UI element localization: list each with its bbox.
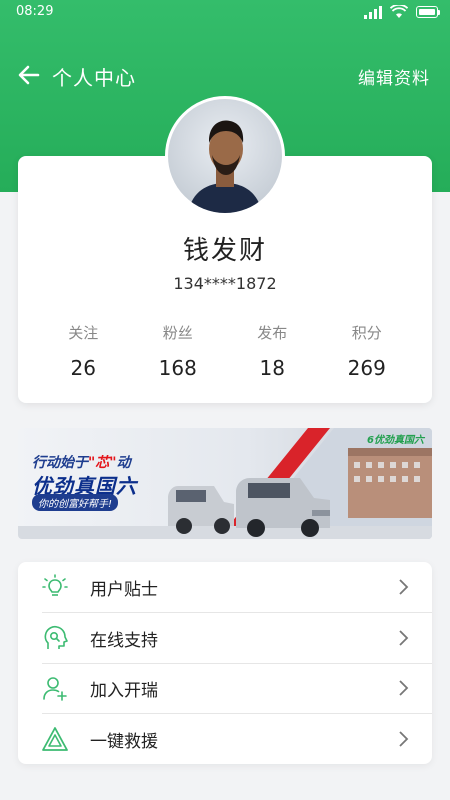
add-user-icon (43, 677, 67, 701)
status-time: 08:29 (16, 4, 54, 19)
chevron-right-icon (399, 630, 409, 646)
page-title: 个人中心 (52, 66, 136, 90)
lightbulb-icon (42, 574, 68, 596)
stat-label: 粉丝 (162, 324, 193, 342)
user-phone: 134****1872 (173, 274, 277, 293)
stat-followers[interactable]: 粉丝 168 (131, 322, 226, 380)
stat-following[interactable]: 关注 26 (36, 322, 131, 380)
menu-item-roadside-rescue[interactable]: 一键救援 (18, 714, 432, 764)
wifi-icon (390, 5, 408, 18)
banner-logo: 6优劲真国六 (367, 435, 424, 446)
nav-bar: 个人中心 编辑资料 (0, 52, 450, 96)
menu-item-label: 用户贴士 (90, 580, 158, 600)
menu-item-user-tips[interactable]: 用户贴士 (18, 562, 432, 612)
avatar-person-image (188, 120, 262, 213)
chevron-right-icon (399, 731, 409, 747)
rescue-triangle-icon (42, 727, 68, 751)
signal-icon (364, 5, 382, 19)
promo-banner[interactable]: 行动始于"芯"动 优劲真国六 你的创富好帮手! 6优劲真国六 (18, 428, 432, 539)
stat-points[interactable]: 积分 269 (320, 322, 415, 380)
status-icons (364, 5, 440, 19)
stat-posts[interactable]: 发布 18 (225, 322, 320, 380)
stat-value: 26 (70, 356, 96, 380)
back-arrow-icon[interactable] (14, 60, 44, 90)
support-head-icon (44, 625, 68, 649)
user-name: 钱发财 (182, 236, 267, 266)
menu-item-join-chery[interactable]: 加入开瑞 (18, 663, 432, 713)
menu-item-label: 加入开瑞 (90, 681, 158, 701)
menu-list: 用户贴士 在线支持 加入开瑞 一键救援 (18, 562, 432, 764)
menu-item-label: 一键救援 (90, 732, 158, 752)
status-bar: 08:29 (0, 0, 450, 26)
stats-row: 关注 26 粉丝 168 发布 18 积分 269 (36, 322, 414, 380)
stat-label: 积分 (351, 324, 382, 342)
battery-icon (416, 6, 440, 18)
chevron-right-icon (399, 680, 409, 696)
menu-item-online-support[interactable]: 在线支持 (18, 613, 432, 663)
stat-label: 发布 (257, 324, 288, 342)
avatar[interactable] (165, 96, 285, 216)
banner-tagline: 行动始于"芯"动 (32, 455, 131, 471)
chevron-right-icon (399, 579, 409, 595)
stat-value: 18 (259, 356, 285, 380)
stat-value: 168 (158, 356, 197, 380)
edit-profile-button[interactable]: 编辑资料 (358, 64, 430, 89)
stat-value: 269 (347, 356, 386, 380)
menu-item-label: 在线支持 (90, 631, 158, 651)
stat-label: 关注 (68, 324, 99, 342)
banner-slogan: 你的创富好帮手! (32, 494, 119, 511)
